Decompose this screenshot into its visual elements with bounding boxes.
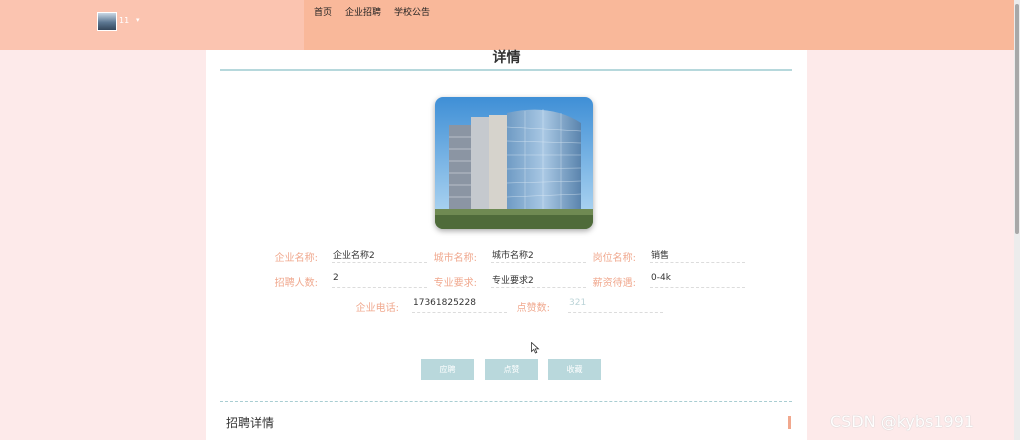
company-photo (435, 97, 593, 229)
headcount-value: 2 (332, 273, 427, 288)
scrollbar[interactable] (1014, 0, 1020, 440)
company-name-label: 企业名称: (274, 253, 318, 264)
watermark: CSDN @kybs1991 (830, 412, 975, 431)
city-name-label: 城市名称: (433, 253, 477, 264)
nav-item-home[interactable]: 首页 (314, 5, 332, 18)
company-name-value: 企业名称2 (332, 248, 427, 263)
top-navbar: 11 ▾ 首页 企业招聘 学校公告 (0, 0, 1014, 50)
company-phone-label: 企业电话: (355, 303, 399, 314)
headcount-label: 招聘人数: (274, 278, 318, 289)
city-name-value: 城市名称2 (491, 248, 586, 263)
title-divider (220, 69, 792, 71)
position-name-value: 销售 (650, 248, 745, 263)
major-requirement-value: 专业要求2 (491, 273, 586, 288)
salary-label: 薪资待遇: (592, 278, 636, 289)
caret-down-icon[interactable]: ▾ (136, 16, 140, 24)
user-area: 11 ▾ (0, 0, 304, 50)
detail-card: 详情 企业名称: 企业名称2 城市名称: 城市名称2 岗位名称: 销售 招聘人数… (206, 50, 807, 440)
main-nav: 首页 企业招聘 学校公告 (314, 5, 430, 18)
favorite-button[interactable]: 收藏 (548, 359, 601, 380)
salary-value: 0-4k (650, 273, 745, 288)
nav-item-announcements[interactable]: 学校公告 (394, 5, 430, 18)
likes-value: 321 (568, 298, 663, 313)
section-title: 招聘详情 (226, 416, 275, 430)
section-divider (220, 401, 792, 402)
apply-button[interactable]: 应聘 (421, 359, 474, 380)
page-title: 详情 (492, 50, 521, 66)
mouse-cursor-icon (531, 342, 540, 354)
avatar[interactable] (97, 12, 117, 31)
likes-label: 点赞数: (516, 303, 550, 314)
scrollbar-thumb[interactable] (1015, 4, 1019, 234)
nav-item-recruitment[interactable]: 企业招聘 (345, 5, 381, 18)
username[interactable]: 11 (119, 16, 129, 25)
position-name-label: 岗位名称: (592, 253, 636, 264)
section-accent-bar (788, 416, 791, 429)
page: 11 ▾ 首页 企业招聘 学校公告 详情 企业名称: 企业名称2 城市名称: 城… (0, 0, 1020, 440)
like-button[interactable]: 点赞 (485, 359, 538, 380)
major-requirement-label: 专业要求: (433, 278, 477, 289)
